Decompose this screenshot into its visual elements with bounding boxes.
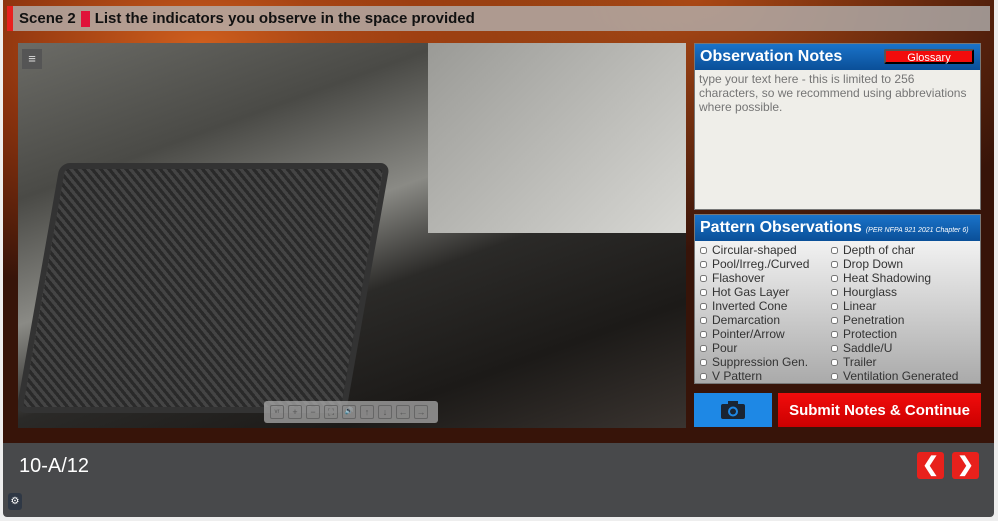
pattern-option[interactable]: Hot Gas Layer bbox=[700, 285, 831, 299]
pattern-observations-panel: Pattern Observations (PER NFPA 921 2021 C… bbox=[694, 214, 981, 384]
next-button[interactable]: ❯ bbox=[952, 452, 979, 479]
pattern-option[interactable]: Suppression Gen. bbox=[700, 355, 831, 369]
scene-header: Scene 2 List the indicators you observe … bbox=[7, 6, 990, 31]
arrow-right-icon[interactable]: → bbox=[414, 405, 428, 419]
submit-notes-button[interactable]: Submit Notes & Continue bbox=[778, 393, 981, 427]
zoom-in-icon[interactable]: + bbox=[288, 405, 302, 419]
scene-label: Scene 2 bbox=[19, 10, 76, 27]
pattern-option-label: Demarcation bbox=[712, 313, 781, 327]
pattern-option-label: Pour bbox=[712, 341, 738, 355]
pattern-option-label: Linear bbox=[843, 299, 877, 313]
pattern-option[interactable]: Demarcation bbox=[700, 313, 831, 327]
pattern-checkbox[interactable] bbox=[831, 302, 838, 310]
pattern-option[interactable]: Depth of char bbox=[831, 243, 981, 257]
pattern-checkbox[interactable] bbox=[831, 274, 838, 282]
pattern-option[interactable]: Penetration bbox=[831, 313, 981, 327]
pattern-option-label: Depth of char bbox=[843, 243, 916, 257]
pattern-checklist: Circular-shaped Depth of char Pool/Irreg./… bbox=[695, 241, 980, 383]
hamburger-icon[interactable]: ≡ bbox=[22, 49, 42, 69]
vr-icon[interactable]: vr bbox=[270, 405, 284, 419]
viewer-controls: vr + − ⛶ 🔊 ↑ ↓ ← → bbox=[264, 401, 438, 423]
pattern-option[interactable]: Pointer/Arrow bbox=[700, 327, 831, 341]
pattern-option-label: Pool/Irreg./Curved bbox=[712, 257, 810, 271]
sound-icon[interactable]: 🔊 bbox=[342, 405, 356, 419]
pattern-option-label: Suppression Gen. bbox=[712, 355, 809, 369]
footer-bar: 10-A/12 ❮ ❯ ⚙ bbox=[3, 443, 994, 517]
pattern-option-label: Protection bbox=[843, 327, 898, 341]
pattern-option-label: Hot Gas Layer bbox=[712, 285, 790, 299]
pattern-option-label: Pointer/Arrow bbox=[712, 327, 785, 341]
pattern-checkbox[interactable] bbox=[700, 288, 707, 296]
pattern-option-label: Hourglass bbox=[843, 285, 898, 299]
pattern-checkbox[interactable] bbox=[831, 344, 838, 352]
slide-counter: 10-A/12 bbox=[19, 455, 90, 477]
camera-button[interactable] bbox=[694, 393, 772, 427]
pattern-checkbox[interactable] bbox=[700, 316, 707, 324]
notes-title: Observation Notes bbox=[700, 48, 843, 65]
pattern-checkbox[interactable] bbox=[831, 260, 838, 268]
pattern-option-label: Inverted Cone bbox=[712, 299, 788, 313]
pattern-checkbox[interactable] bbox=[700, 330, 707, 338]
pattern-option[interactable]: Pour bbox=[700, 341, 831, 355]
previous-button[interactable]: ❮ bbox=[917, 452, 944, 479]
pattern-checkbox[interactable] bbox=[831, 316, 838, 324]
arrow-left-icon[interactable]: ← bbox=[396, 405, 410, 419]
observation-notes-panel: Observation Notes Glossary bbox=[694, 43, 981, 210]
glossary-button[interactable]: Glossary bbox=[884, 49, 974, 64]
arrow-down-icon[interactable]: ↓ bbox=[378, 405, 392, 419]
pattern-option[interactable]: Pool/Irreg./Curved bbox=[700, 257, 831, 271]
pattern-checkbox[interactable] bbox=[700, 372, 707, 380]
pattern-option[interactable]: Protection bbox=[831, 327, 981, 341]
pattern-checkbox[interactable] bbox=[831, 372, 838, 380]
pattern-option-label: Heat Shadowing bbox=[843, 271, 932, 285]
pattern-checkbox[interactable] bbox=[700, 358, 707, 366]
pattern-checkbox[interactable] bbox=[831, 246, 838, 254]
pattern-option[interactable]: V Pattern bbox=[700, 369, 831, 383]
separator-marker bbox=[80, 10, 90, 27]
pattern-option-label: Circular-shaped bbox=[712, 243, 797, 257]
scene-bed bbox=[18, 163, 391, 413]
pattern-option[interactable]: Ventilation Generated bbox=[831, 369, 981, 383]
pattern-option[interactable]: Circular-shaped bbox=[700, 243, 831, 257]
pattern-checkbox[interactable] bbox=[700, 246, 707, 254]
pattern-option[interactable]: Drop Down bbox=[831, 257, 981, 271]
panorama-viewer[interactable]: ≡ vr + − ⛶ 🔊 ↑ ↓ ← → bbox=[18, 43, 686, 428]
pattern-option-label: Flashover bbox=[712, 271, 765, 285]
pattern-checkbox[interactable] bbox=[831, 288, 838, 296]
pattern-option-label: Penetration bbox=[843, 313, 905, 327]
scene-wall bbox=[428, 43, 686, 233]
notes-input[interactable] bbox=[695, 70, 980, 208]
pattern-option-label: Trailer bbox=[843, 355, 877, 369]
pattern-option-label: Drop Down bbox=[843, 257, 904, 271]
pattern-option[interactable]: Inverted Cone bbox=[700, 299, 831, 313]
pattern-subtitle: (PER NFPA 921 2021 Chapter 6) bbox=[865, 226, 969, 234]
pattern-checkbox[interactable] bbox=[831, 330, 838, 338]
pattern-checkbox[interactable] bbox=[831, 358, 838, 366]
zoom-out-icon[interactable]: − bbox=[306, 405, 320, 419]
gear-icon[interactable]: ⚙ bbox=[8, 493, 22, 510]
camera-icon bbox=[721, 401, 745, 419]
pattern-option[interactable]: Heat Shadowing bbox=[831, 271, 981, 285]
pattern-option[interactable]: Hourglass bbox=[831, 285, 981, 299]
pattern-option[interactable]: Linear bbox=[831, 299, 981, 313]
pattern-checkbox[interactable] bbox=[700, 344, 707, 352]
pattern-option[interactable]: Saddle/U bbox=[831, 341, 981, 355]
pattern-option-label: V Pattern bbox=[712, 369, 763, 383]
pattern-checkbox[interactable] bbox=[700, 260, 707, 268]
pattern-checkbox[interactable] bbox=[700, 302, 707, 310]
instruction-text: List the indicators you observe in the s… bbox=[94, 10, 475, 27]
arrow-up-icon[interactable]: ↑ bbox=[360, 405, 374, 419]
pattern-option[interactable]: Flashover bbox=[700, 271, 831, 285]
pattern-option[interactable]: Trailer bbox=[831, 355, 981, 369]
pattern-title: Pattern Observations bbox=[700, 219, 862, 236]
pattern-option-label: Ventilation Generated bbox=[843, 369, 959, 383]
pattern-option-label: Saddle/U bbox=[843, 341, 893, 355]
pattern-checkbox[interactable] bbox=[700, 274, 707, 282]
fullscreen-icon[interactable]: ⛶ bbox=[324, 405, 338, 419]
